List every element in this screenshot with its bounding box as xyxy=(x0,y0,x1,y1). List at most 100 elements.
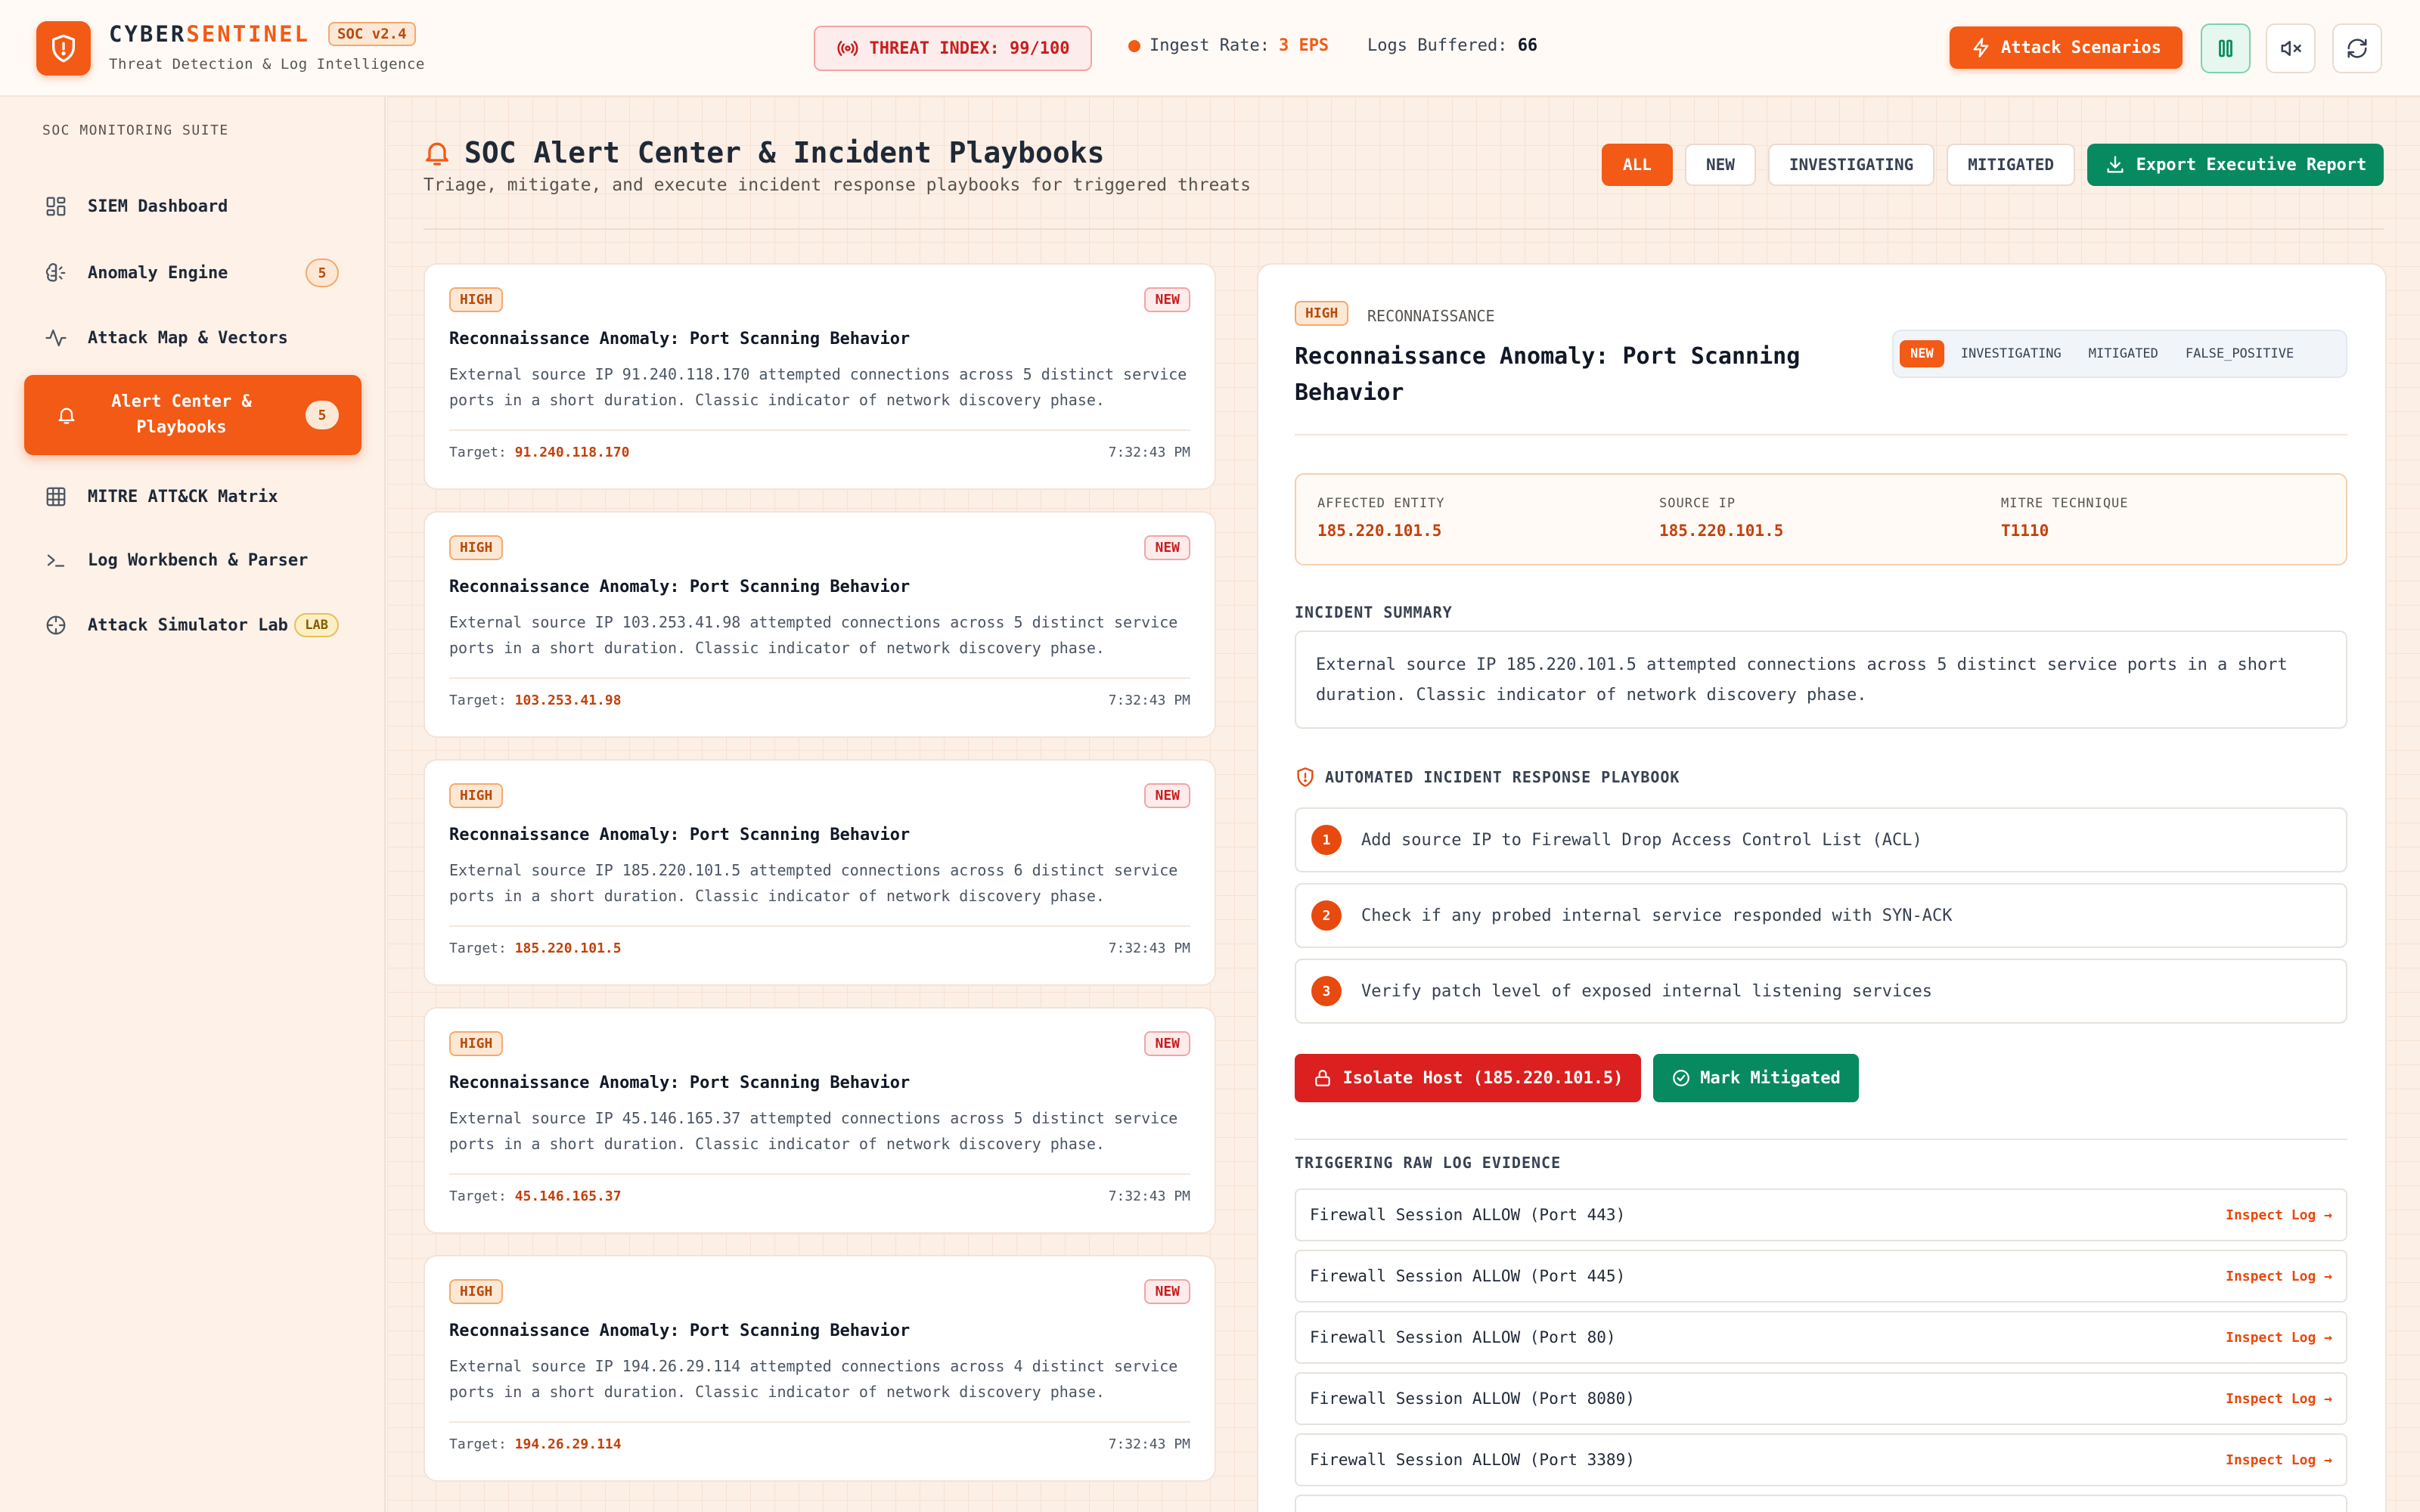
buffered-label: Logs Buffered: xyxy=(1367,36,1508,55)
activity-icon xyxy=(44,326,68,350)
top-bar: CYBER SENTINEL SOC v2.4 Threat Detection … xyxy=(0,0,2420,97)
alert-description: External source IP 45.146.165.37 attempt… xyxy=(449,1109,1178,1153)
entity-label: SOURCE IP xyxy=(1659,496,1736,511)
alert-target: Target: 45.146.165.37 xyxy=(449,1188,622,1204)
alert-card[interactable]: HIGH NEW Reconnaissance Anomaly: Port Sc… xyxy=(424,1255,1216,1482)
pause-button[interactable] xyxy=(2201,23,2251,73)
sidebar-item-label: MITRE ATT&CK Matrix xyxy=(88,487,278,507)
entity-label: MITRE TECHNIQUE xyxy=(2001,496,2129,511)
alert-time: 7:32:43 PM xyxy=(1108,692,1190,708)
alert-title: Reconnaissance Anomaly: Port Scanning Be… xyxy=(449,330,911,349)
alert-card[interactable]: HIGH NEW Reconnaissance Anomaly: Port Sc… xyxy=(424,759,1216,986)
alert-description: External source IP 185.220.101.5 attempt… xyxy=(449,861,1178,905)
mark-mitigated-label: Mark Mitigated xyxy=(1700,1068,1841,1088)
check-circle-icon xyxy=(1673,1070,1690,1086)
status-filter-group: ALL NEW INVESTIGATING MITIGATED xyxy=(1602,144,2076,186)
target-label: Target: xyxy=(449,1436,507,1452)
inspect-log-link[interactable]: Inspect Log → xyxy=(2226,1207,2332,1223)
incident-category: RECONNAISSANCE xyxy=(1367,307,1495,325)
mark-mitigated-button[interactable]: Mark Mitigated xyxy=(1653,1054,1859,1102)
status-option-investigating[interactable]: INVESTIGATING xyxy=(1950,340,2072,367)
severity-badge: HIGH xyxy=(1295,301,1349,326)
inspect-log-link[interactable]: Inspect Log → xyxy=(2226,1452,2332,1468)
log-evidence-row: Firewall Session ALLOW (Port 445) Inspec… xyxy=(1295,1250,2347,1303)
export-report-button[interactable]: Export Executive Report xyxy=(2087,144,2384,186)
page-title-text: SOC Alert Center & Incident Playbooks xyxy=(464,136,1105,169)
sidebar-item-anomaly-engine[interactable]: Anomaly Engine 5 xyxy=(24,243,361,302)
log-text: Firewall Session ALLOW (Port 443) xyxy=(1310,1206,1626,1224)
version-badge: SOC v2.4 xyxy=(328,22,416,46)
log-text: Firewall Session ALLOW (Port 8080) xyxy=(1310,1390,1635,1408)
log-text: Firewall Session ALLOW (Port 445) xyxy=(1310,1267,1626,1285)
alert-footer: Target: 103.253.41.98 7:32:43 PM xyxy=(449,677,1190,708)
app-name: CYBER SENTINEL SOC v2.4 xyxy=(109,21,425,47)
ingest-value: 3 EPS xyxy=(1278,36,1329,55)
alert-footer: Target: 194.26.29.114 7:32:43 PM xyxy=(449,1421,1190,1452)
status-option-false-positive[interactable]: FALSE_POSITIVE xyxy=(2175,340,2304,367)
lab-badge: LAB xyxy=(294,613,339,637)
alert-time: 7:32:43 PM xyxy=(1108,940,1190,956)
target-label: Target: xyxy=(449,692,507,708)
severity-badge: HIGH xyxy=(449,1031,504,1056)
log-text: Firewall Session ALLOW (Port 80) xyxy=(1310,1328,1616,1346)
brand-accent: SENTINEL xyxy=(186,21,310,47)
filter-mitigated-button[interactable]: MITIGATED xyxy=(1947,144,2076,186)
isolate-host-button[interactable]: Isolate Host (185.220.101.5) xyxy=(1295,1054,1641,1102)
brain-icon xyxy=(44,261,68,285)
filter-all-button[interactable]: ALL xyxy=(1602,144,1673,186)
broadcast-icon xyxy=(837,41,858,56)
sidebar-item-alert-center[interactable]: Alert Center & Playbooks 5 xyxy=(24,375,361,455)
sidebar-item-attack-simulator[interactable]: Attack Simulator Lab LAB xyxy=(24,596,361,655)
raw-log-evidence-heading: TRIGGERING RAW LOG EVIDENCE xyxy=(1295,1154,1562,1172)
step-text: Verify patch level of exposed internal l… xyxy=(1361,981,1932,1001)
affected-entity: AFFECTED ENTITY 185.220.101.5 xyxy=(1317,496,1445,540)
sidebar-item-siem-dashboard[interactable]: SIEM Dashboard xyxy=(24,177,361,236)
playbook-heading: AUTOMATED INCIDENT RESPONSE PLAYBOOK xyxy=(1295,767,1680,788)
alert-card[interactable]: HIGH NEW Reconnaissance Anomaly: Port Sc… xyxy=(424,263,1216,490)
divider xyxy=(424,228,2384,230)
attack-scenarios-label: Attack Scenarios xyxy=(2001,38,2161,57)
shield-logo-icon xyxy=(36,21,91,76)
alert-card[interactable]: HIGH NEW Reconnaissance Anomaly: Port Sc… xyxy=(424,511,1216,738)
inspect-log-link[interactable]: Inspect Log → xyxy=(2226,1330,2332,1346)
page-title: SOC Alert Center & Incident Playbooks xyxy=(422,136,1104,169)
sidebar: SOC MONITORING SUITE SIEM Dashboard Anom… xyxy=(0,97,386,1512)
playbook-step: 1 Add source IP to Firewall Drop Access … xyxy=(1295,807,2347,872)
status-option-mitigated[interactable]: MITIGATED xyxy=(2078,340,2169,367)
target-ip: 103.253.41.98 xyxy=(514,692,622,708)
mute-icon xyxy=(2281,41,2301,56)
target-ip: 91.240.118.170 xyxy=(514,445,630,460)
entity-label: AFFECTED ENTITY xyxy=(1317,496,1445,511)
filter-investigating-button[interactable]: INVESTIGATING xyxy=(1767,144,1935,186)
log-evidence-row: Firewall Session ALLOW (Port 80) Inspect… xyxy=(1295,1311,2347,1364)
mute-button[interactable] xyxy=(2266,23,2316,73)
step-number: 2 xyxy=(1311,900,1342,931)
entity-value: 185.220.101.5 xyxy=(1317,522,1442,540)
alert-description: External source IP 194.26.29.114 attempt… xyxy=(449,1357,1178,1401)
filter-new-button[interactable]: NEW xyxy=(1684,144,1756,186)
bell-icon xyxy=(426,142,448,166)
alert-target: Target: 103.253.41.98 xyxy=(449,692,622,708)
target-label: Target: xyxy=(449,1188,507,1204)
sidebar-item-mitre-matrix[interactable]: MITRE ATT&CK Matrix xyxy=(24,467,361,526)
sidebar-item-attack-map[interactable]: Attack Map & Vectors xyxy=(24,308,361,367)
log-evidence-row: Firewall Session ALLOW (Port 8080) Inspe… xyxy=(1295,1372,2347,1425)
status-selector: NEW INVESTIGATING MITIGATED FALSE_POSITI… xyxy=(1892,330,2347,378)
refresh-button[interactable] xyxy=(2332,23,2382,73)
alert-time: 7:32:43 PM xyxy=(1108,445,1190,460)
sidebar-item-label: Log Workbench & Parser xyxy=(88,550,309,570)
inspect-log-link[interactable]: Inspect Log → xyxy=(2226,1269,2332,1284)
count-badge: 5 xyxy=(306,401,339,429)
entity-value: T1110 xyxy=(2001,522,2049,540)
sidebar-item-label: Attack Map & Vectors xyxy=(88,328,288,348)
alert-description: External source IP 103.253.41.98 attempt… xyxy=(449,613,1178,657)
step-text: Check if any probed internal service res… xyxy=(1361,906,1953,925)
live-dot-icon xyxy=(1128,39,1140,52)
app-subtitle: Threat Detection & Log Intelligence xyxy=(109,56,425,73)
status-option-new[interactable]: NEW xyxy=(1900,340,1944,367)
attack-scenarios-button[interactable]: Attack Scenarios xyxy=(1950,26,2183,69)
sidebar-item-log-workbench[interactable]: Log Workbench & Parser xyxy=(24,531,361,590)
inspect-log-link[interactable]: Inspect Log → xyxy=(2226,1391,2332,1407)
playbook-step: 3 Verify patch level of exposed internal… xyxy=(1295,959,2347,1024)
alert-card[interactable]: HIGH NEW Reconnaissance Anomaly: Port Sc… xyxy=(424,1007,1216,1234)
